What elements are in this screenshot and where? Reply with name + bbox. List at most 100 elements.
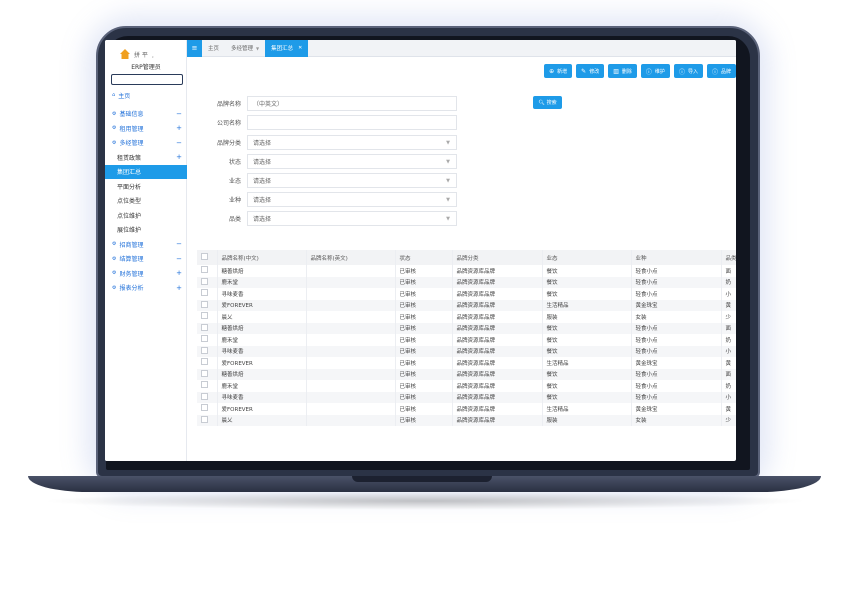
user-name: ERP管理员 <box>131 64 161 71</box>
row-checkbox[interactable] <box>197 403 218 415</box>
row-checkbox[interactable] <box>197 299 218 311</box>
import-icon: ⓘ <box>678 68 685 76</box>
chevron-down-icon: ▼ <box>256 45 260 51</box>
maintain-button[interactable]: ⓘ 维护 <box>640 64 670 78</box>
table-cell: 女装 <box>631 414 722 426</box>
business-type-select[interactable]: 请选择 ▼ <box>247 192 457 207</box>
table-row[interactable]: 晨乂 已审核 品牌资源库品牌 服装 女装少 <box>197 311 736 323</box>
sidebar-subitem-point-type[interactable]: 点位类型 <box>105 194 187 209</box>
row-checkbox[interactable] <box>197 265 218 277</box>
laptop-notch <box>352 476 492 482</box>
category-select[interactable]: 请选择 ▼ <box>247 211 457 226</box>
row-checkbox[interactable] <box>197 311 218 323</box>
table-cell: 糖善烘焙 <box>217 368 307 380</box>
brand-name-input[interactable]: （中英文） <box>247 96 457 111</box>
column-header[interactable]: 品牌名称(英文) <box>306 250 396 265</box>
brand-button[interactable]: ⓘ 品牌 <box>706 64 736 78</box>
sidebar-item-home[interactable]: ⌂ 主页 <box>105 88 187 103</box>
filter-row-format: 业态 请选择 ▼ <box>187 173 457 188</box>
row-checkbox[interactable] <box>197 345 218 357</box>
table-cell: 品牌资源库品牌 <box>452 265 543 277</box>
table-row[interactable]: 晨乂 已审核 品牌资源库品牌 服装 女装少 <box>197 414 736 426</box>
select-all-checkbox[interactable] <box>197 250 218 265</box>
row-checkbox[interactable] <box>197 368 218 380</box>
sidebar-subitem-floor-analysis[interactable]: 平面分析 <box>105 179 187 194</box>
sidebar-item-rental[interactable]: ⚙ 租用管理 + <box>105 121 187 136</box>
edit-button[interactable]: ✎ 修改 <box>576 64 605 78</box>
sidebar-item-basic-info[interactable]: ⚙ 基础信息 − <box>105 107 187 122</box>
filter-label: 业种 <box>228 197 241 204</box>
search-button[interactable]: 🔍︎ 搜索 <box>533 96 562 109</box>
sidebar-item-settlement[interactable]: ⚙ 结算管理 − <box>105 252 187 267</box>
table-row[interactable]: 寻味麦香 已审核 品牌资源库品牌 餐饮 轻食小点小 <box>197 345 736 357</box>
tab-home[interactable]: 主页 <box>202 40 225 57</box>
table-row[interactable]: 糖善烘焙 已审核 品牌资源库品牌 餐饮 轻食小点面 <box>197 265 736 277</box>
sidebar-subitem-group-summary[interactable]: 集团汇总 <box>105 164 187 179</box>
column-header[interactable]: 品类 <box>721 250 736 265</box>
row-checkbox[interactable] <box>197 334 218 346</box>
sidebar-subitem-booth-maintenance[interactable]: 展位维护 <box>105 223 187 238</box>
status-select[interactable]: 请选择 ▼ <box>247 154 457 169</box>
format-select[interactable]: 请选择 ▼ <box>247 173 457 188</box>
column-header[interactable]: 品牌名称(中文) <box>217 250 307 265</box>
table-cell <box>306 311 396 323</box>
table-cell <box>306 322 396 334</box>
row-checkbox[interactable] <box>197 414 218 426</box>
sidebar-subitem-lease-policy[interactable]: 租赁政策 + <box>105 150 187 165</box>
gear-icon: ⚙ <box>112 110 117 117</box>
table-row[interactable]: 糖善烘焙 已审核 品牌资源库品牌 餐饮 轻食小点面 <box>197 322 736 334</box>
menu-toggle-button[interactable]: ≡ <box>187 40 202 57</box>
table-row[interactable]: 爱FOREVER 已审核 品牌资源库品牌 生活精品 黄金珠宝黄 <box>197 357 736 369</box>
row-checkbox[interactable] <box>197 391 218 403</box>
table-row[interactable]: 鹿禾堂 已审核 品牌资源库品牌 餐饮 轻食小点奶 <box>197 380 736 392</box>
brand-category-select[interactable]: 请选择 ▼ <box>247 135 457 150</box>
table-cell: 已审核 <box>395 311 453 323</box>
trash-icon: ▥ <box>613 67 619 75</box>
filter-row-company: 公司名称 <box>187 115 457 130</box>
filter-label: 业态 <box>228 178 241 185</box>
filter-label: 品牌名称 <box>216 101 241 108</box>
tab-multi-business[interactable]: 多经管理 ▼ <box>225 40 265 57</box>
sidebar-item-merchant[interactable]: ⚙ 招商管理 − <box>105 237 187 252</box>
table-cell: 已审核 <box>395 345 453 357</box>
table-row[interactable]: 糖善烘焙 已审核 品牌资源库品牌 餐饮 轻食小点面 <box>197 368 736 380</box>
sidebar-item-label: 点位维护 <box>117 212 142 220</box>
row-checkbox[interactable] <box>197 288 218 300</box>
table-row[interactable]: 寻味麦香 已审核 品牌资源库品牌 餐饮 轻食小点小 <box>197 288 736 300</box>
table-cell: 少 <box>721 311 736 323</box>
sidebar-subitem-point-maintenance[interactable]: 点位维护 <box>105 208 187 223</box>
column-header[interactable]: 业种 <box>631 250 722 265</box>
table-row[interactable]: 鹿禾堂 已审核 品牌资源库品牌 餐饮 轻食小点奶 <box>197 334 736 346</box>
column-header[interactable]: 品牌分类 <box>452 250 543 265</box>
row-checkbox[interactable] <box>197 276 218 288</box>
table-cell: 已审核 <box>395 368 453 380</box>
table-row[interactable]: 爱FOREVER 已审核 品牌资源库品牌 生活精品 黄金珠宝黄 <box>197 403 736 415</box>
company-name-input[interactable] <box>247 115 457 130</box>
table-row[interactable]: 寻味麦香 已审核 品牌资源库品牌 餐饮 轻食小点小 <box>197 391 736 403</box>
table-cell: 品牌资源库品牌 <box>452 357 543 369</box>
column-header[interactable]: 业态 <box>542 250 632 265</box>
row-checkbox[interactable] <box>197 357 218 369</box>
collapse-icon: − <box>176 109 182 118</box>
row-checkbox[interactable] <box>197 380 218 392</box>
tab-group-summary[interactable]: 集团汇总 ✕ <box>265 40 309 57</box>
sidebar-search-input[interactable] <box>111 74 183 85</box>
table-cell: 小 <box>721 391 736 403</box>
sidebar-item-multi-business[interactable]: ⚙ 多经管理 − <box>105 136 187 151</box>
select-value: 请选择 <box>253 216 272 223</box>
row-checkbox[interactable] <box>197 322 218 334</box>
sidebar-item-reports[interactable]: ⚙ 报表分析 + <box>105 281 187 296</box>
table-cell <box>306 391 396 403</box>
house-logo-icon <box>120 49 130 59</box>
sidebar-item-label: 租用管理 <box>119 125 144 133</box>
column-header[interactable]: 状态 <box>395 250 453 265</box>
sidebar-item-label: 多经管理 <box>119 140 144 148</box>
button-label: 品牌 <box>720 68 731 75</box>
delete-button[interactable]: ▥ 删除 <box>608 64 637 78</box>
table-row[interactable]: 鹿禾堂 已审核 品牌资源库品牌 餐饮 轻食小点奶 <box>197 276 736 288</box>
close-icon[interactable]: ✕ <box>298 45 302 51</box>
add-button[interactable]: ⊕ 新增 <box>544 64 573 78</box>
table-row[interactable]: 爱FOREVER 已审核 品牌资源库品牌 生活精品 黄金珠宝黄 <box>197 299 736 311</box>
import-button[interactable]: ⓘ 导入 <box>673 64 703 78</box>
sidebar-item-finance[interactable]: ⚙ 财务管理 + <box>105 266 187 281</box>
